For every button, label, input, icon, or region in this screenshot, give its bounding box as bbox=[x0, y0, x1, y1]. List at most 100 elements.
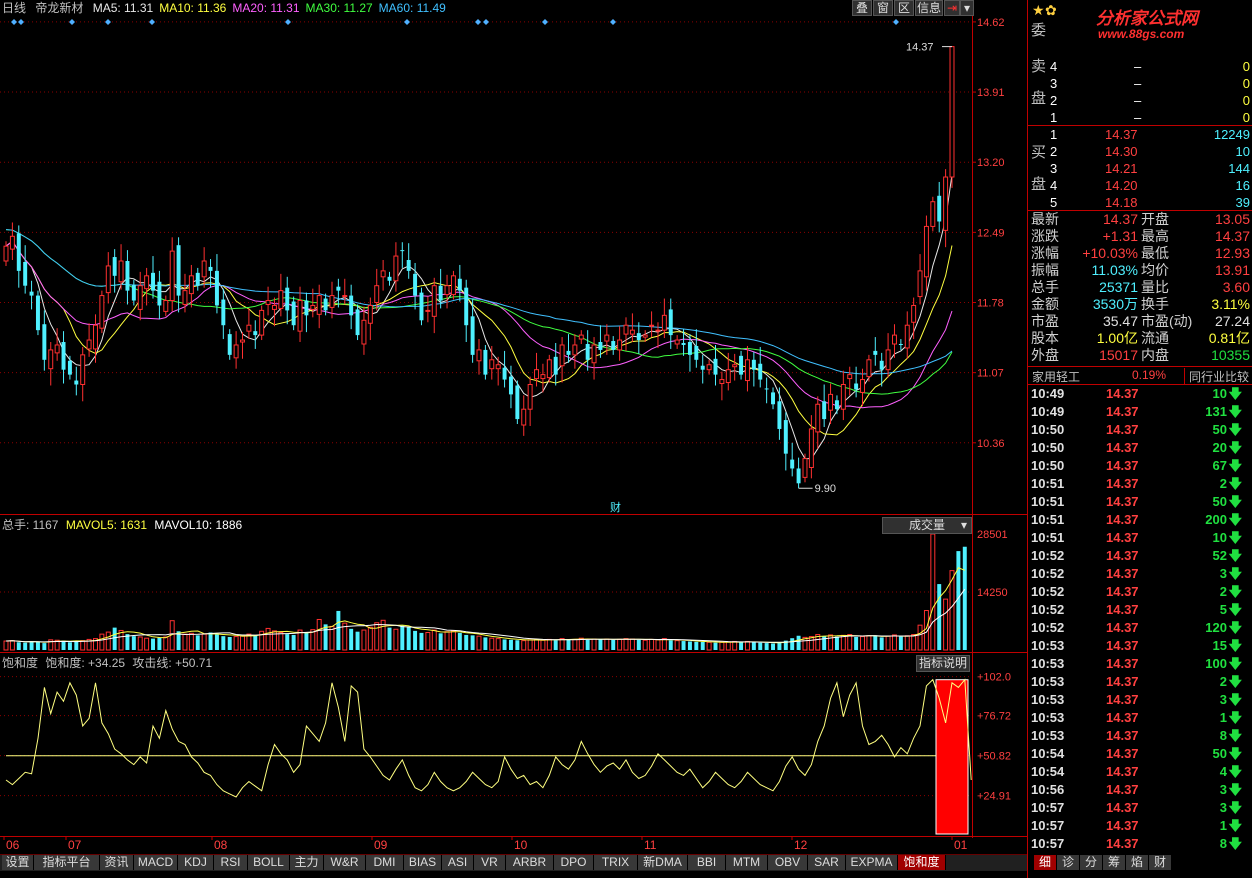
tab-13[interactable]: ARBR bbox=[506, 855, 554, 870]
tick-row: 10:56 14.37 3 🡇 bbox=[1028, 781, 1252, 798]
info-diamond-icon[interactable] bbox=[149, 19, 155, 25]
candle-body bbox=[163, 300, 169, 312]
sell-row[interactable]: 2 – 0 bbox=[1028, 92, 1252, 109]
high-marker-label: 14.37 bbox=[906, 42, 934, 54]
tick-row: 10:49 14.37 131 🡇 bbox=[1028, 403, 1252, 420]
tab-12[interactable]: VR bbox=[474, 855, 506, 870]
candle-body bbox=[777, 401, 782, 429]
candle-body bbox=[847, 374, 853, 380]
tick-volume: 3 bbox=[1219, 692, 1227, 707]
tick-volume: 8 bbox=[1219, 836, 1227, 851]
date-tick-label: 01 bbox=[954, 838, 968, 852]
volume-bar bbox=[355, 631, 360, 650]
volume-bar bbox=[713, 642, 718, 650]
info-diamond-icon[interactable] bbox=[105, 19, 111, 25]
info-diamond-icon[interactable] bbox=[542, 19, 548, 25]
overlay-button[interactable]: 叠 bbox=[852, 0, 872, 16]
info-diamond-icon[interactable] bbox=[610, 19, 616, 25]
tab-10[interactable]: BIAS bbox=[404, 855, 442, 870]
buy-row[interactable]: 3 14.21 144 bbox=[1028, 160, 1252, 177]
sell-row[interactable]: 3 – 0 bbox=[1028, 75, 1252, 92]
tick-price: 14.37 bbox=[1106, 638, 1139, 653]
finance-event-marker[interactable]: 财 bbox=[610, 500, 621, 514]
buy-row[interactable]: 4 14.20 16 bbox=[1028, 177, 1252, 194]
tab-0[interactable]: 设置 bbox=[2, 855, 34, 870]
tab-1[interactable]: 指标平台 bbox=[34, 855, 100, 870]
sell-row[interactable]: 4 – 0 bbox=[1028, 58, 1252, 75]
panel-tab-5[interactable]: 财 bbox=[1149, 855, 1172, 870]
info-diamond-icon[interactable] bbox=[893, 19, 899, 25]
down-arrow-icon: 🡇 bbox=[1228, 674, 1242, 689]
info-button[interactable]: 信息 bbox=[915, 0, 943, 16]
panel-tab-3[interactable]: 筹 bbox=[1103, 855, 1126, 870]
region-button[interactable]: 区 bbox=[894, 0, 914, 16]
volume-bar bbox=[527, 639, 533, 651]
buy-row[interactable]: 1 14.37 12249 bbox=[1028, 126, 1252, 143]
info-diamond-icon[interactable] bbox=[404, 19, 410, 25]
tab-6[interactable]: BOLL bbox=[248, 855, 290, 870]
tab-9[interactable]: DMI bbox=[366, 855, 404, 870]
volume-bar bbox=[885, 635, 891, 651]
level-number: 2 bbox=[1050, 93, 1058, 108]
tab-3[interactable]: MACD bbox=[134, 855, 178, 870]
compare-button[interactable]: 同行业比较 bbox=[1184, 368, 1249, 385]
dropdown-icon[interactable]: ▾ bbox=[960, 0, 974, 16]
down-arrow-icon: 🡇 bbox=[1228, 458, 1242, 473]
stat-row: 市盈 35.47 市盈(动) 27.24 bbox=[1028, 313, 1252, 330]
industry-pct: 0.19% bbox=[1132, 368, 1167, 382]
tab-4[interactable]: KDJ bbox=[178, 855, 214, 870]
info-diamond-icon[interactable] bbox=[18, 19, 24, 25]
industry-row[interactable]: 家用轻工 0.19% 同行业比较 bbox=[1028, 366, 1252, 385]
goto-end-icon[interactable]: ⇥ bbox=[944, 0, 960, 16]
sell-row[interactable]: 1 – 0 bbox=[1028, 109, 1252, 126]
info-diamond-icon[interactable] bbox=[69, 19, 75, 25]
info-diamond-icon[interactable] bbox=[11, 19, 17, 25]
volume-indicator-dropdown[interactable]: 成交量 ▾ bbox=[882, 517, 972, 534]
tick-row: 10:52 14.37 120 🡇 bbox=[1028, 619, 1252, 636]
candle-body bbox=[387, 276, 392, 281]
info-diamond-icon[interactable] bbox=[483, 19, 489, 25]
panel-tab-2[interactable]: 分 bbox=[1080, 855, 1103, 870]
indicator-tick-label: +76.72 bbox=[977, 711, 1011, 723]
panel-tab-1[interactable]: 诊 bbox=[1057, 855, 1080, 870]
tab-19[interactable]: OBV bbox=[768, 855, 808, 870]
tab-8[interactable]: W&R bbox=[324, 855, 366, 870]
mavol10-label: MAVOL10: 1886 bbox=[154, 518, 243, 532]
tab-15[interactable]: TRIX bbox=[594, 855, 638, 870]
tab-21[interactable]: EXPMA bbox=[846, 855, 898, 870]
tab-20[interactable]: SAR bbox=[808, 855, 846, 870]
panel-tab-0[interactable]: 细 bbox=[1034, 855, 1057, 870]
candle-body bbox=[572, 344, 578, 356]
tick-volume: 120 bbox=[1205, 620, 1227, 635]
stat-label: 振幅 bbox=[1031, 262, 1059, 278]
candle-body bbox=[623, 324, 629, 335]
candle-body bbox=[495, 364, 501, 370]
period-label[interactable]: 日线 bbox=[2, 1, 26, 15]
buy-row[interactable]: 2 14.30 10 bbox=[1028, 143, 1252, 160]
price-tick-label: 11.07 bbox=[977, 368, 1004, 380]
tick-row: 10:50 14.37 50 🡇 bbox=[1028, 421, 1252, 438]
tab-22[interactable]: 饱和度 bbox=[898, 855, 946, 870]
info-diamond-icon[interactable] bbox=[285, 19, 291, 25]
panel-tab-4[interactable]: 焰 bbox=[1126, 855, 1149, 870]
tick-price: 14.37 bbox=[1106, 692, 1139, 707]
stat-value: 15017 bbox=[1099, 347, 1138, 363]
tab-5[interactable]: RSI bbox=[214, 855, 248, 870]
stat-label: 最高 bbox=[1141, 228, 1169, 244]
tick-time: 10:52 bbox=[1031, 620, 1065, 635]
window-button[interactable]: 窗 bbox=[873, 0, 893, 16]
tab-18[interactable]: MTM bbox=[726, 855, 768, 870]
info-diamond-icon[interactable] bbox=[475, 19, 481, 25]
buy-row[interactable]: 5 14.18 39 bbox=[1028, 194, 1252, 211]
stat-row: 振幅 11.03% 均价 13.91 bbox=[1028, 262, 1252, 279]
volume-bar bbox=[808, 636, 814, 651]
sell-price: – bbox=[1134, 110, 1142, 125]
indicator-help-button[interactable]: 指标说明 bbox=[916, 655, 970, 672]
tab-2[interactable]: 资讯 bbox=[100, 855, 134, 870]
chart-area[interactable]: 14.37 9.90 财 14.62 13.91 13.20 12.49 11.78 11.0… bbox=[0, 0, 1027, 878]
tab-11[interactable]: ASI bbox=[442, 855, 474, 870]
tab-14[interactable]: DPO bbox=[554, 855, 594, 870]
tab-17[interactable]: BBI bbox=[688, 855, 726, 870]
tab-16[interactable]: 新DMA bbox=[638, 855, 688, 870]
tab-7[interactable]: 主力 bbox=[290, 855, 324, 870]
